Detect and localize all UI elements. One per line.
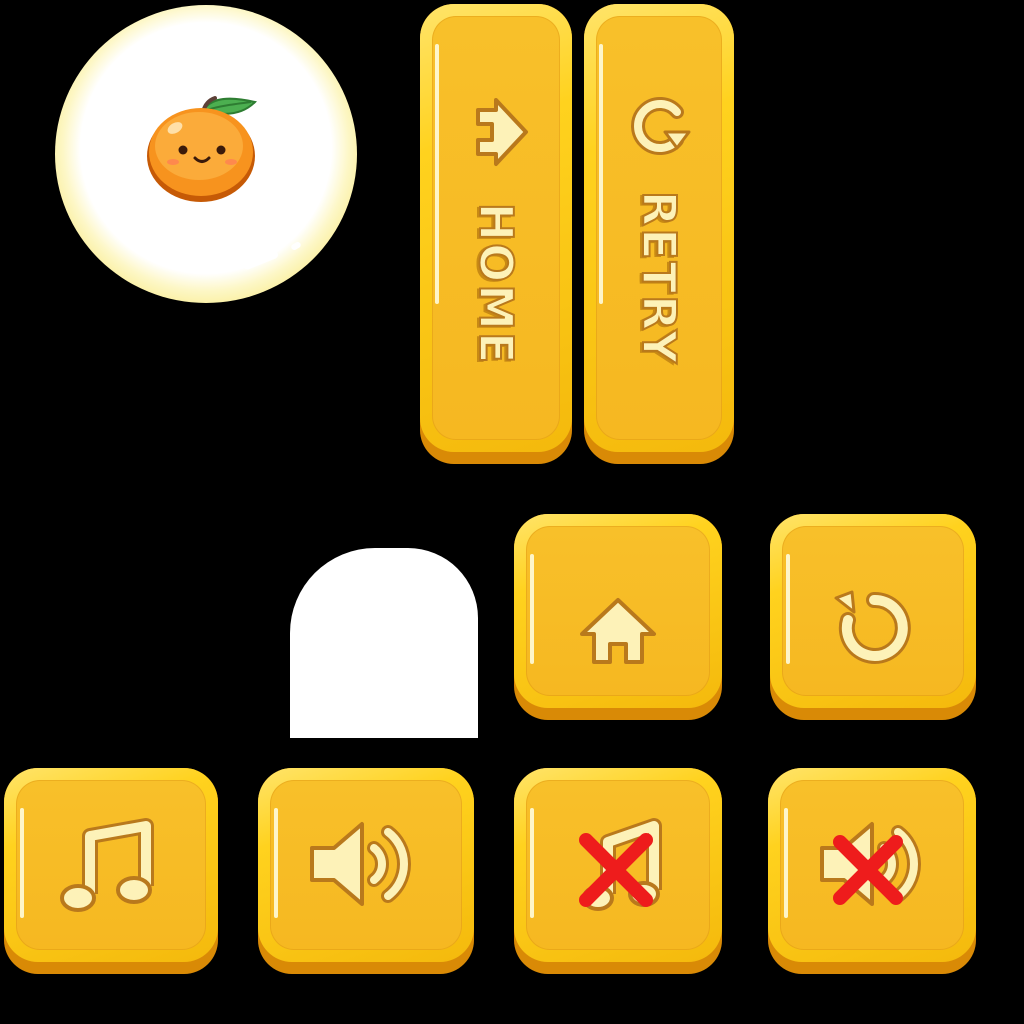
home-tall-button[interactable]: HOME [420, 4, 572, 464]
home-icon [580, 598, 656, 664]
music-note-icon [60, 818, 154, 912]
music-button[interactable] [4, 768, 218, 974]
retry-tall-button-label: RETRY [631, 190, 687, 366]
bubble-shine [124, 48, 144, 64]
sound-off-button[interactable] [768, 768, 976, 974]
retry-button[interactable] [770, 514, 976, 720]
orange-fruit-icon [147, 96, 257, 202]
bubble-shine [242, 250, 280, 271]
white-panel-fragment [290, 548, 478, 738]
sound-button[interactable] [258, 768, 474, 974]
music-off-button[interactable] [514, 768, 722, 974]
home-tall-button-label: HOME [468, 202, 524, 367]
bubble-shine [290, 240, 302, 252]
speaker-icon [310, 822, 411, 906]
music-off-icon [579, 818, 662, 911]
retry-icon [834, 590, 911, 664]
home-button[interactable] [514, 514, 722, 720]
bubble-shine [146, 38, 158, 49]
retry-tall-button[interactable]: RETRY [584, 4, 734, 464]
sound-off-icon [820, 822, 921, 906]
